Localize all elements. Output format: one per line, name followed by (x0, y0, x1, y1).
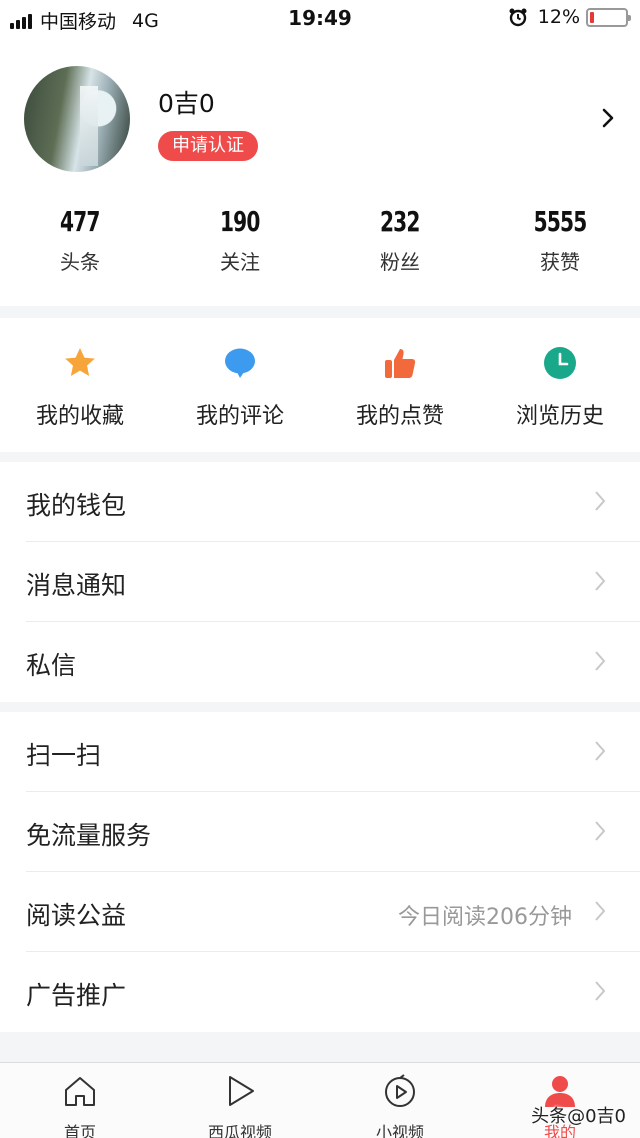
action-label: 我的点赞 (355, 404, 444, 429)
thumbs-up-icon (385, 349, 416, 378)
watermark: 头条@0吉0 (531, 1106, 626, 1127)
avatar[interactable] (24, 66, 130, 172)
quick-actions: 我的收藏 我的评论 我的点赞 浏览历史 (0, 318, 640, 454)
stats-row: 477 头条 190 关注 232 粉丝 5555 获赞 (0, 205, 640, 277)
tab-label: 小视频 (375, 1123, 424, 1138)
tab-label: 西瓜视频 (207, 1123, 272, 1138)
menu-group-account: 我的钱包 消息通知 私信 (0, 462, 640, 702)
menu-item-label: 阅读公益 (26, 901, 127, 930)
stat-value: 232 (380, 205, 420, 238)
menu-item-messages[interactable]: 私信 (0, 622, 640, 702)
stat-following[interactable]: 190 关注 (160, 205, 320, 277)
home-icon (65, 1077, 95, 1106)
stat-value: 190 (220, 205, 260, 238)
short-video-icon (385, 1074, 415, 1107)
action-comments[interactable]: 我的评论 (160, 318, 320, 454)
menu-item-label: 私信 (26, 651, 77, 680)
menu-item-wallet[interactable]: 我的钱包 (0, 462, 640, 542)
chevron-right-icon (595, 571, 606, 591)
chevron-right-icon (595, 821, 606, 841)
chevron-right-icon (595, 981, 606, 1001)
stat-label: 关注 (220, 250, 260, 274)
action-label: 我的评论 (195, 404, 284, 429)
stat-label: 获赞 (540, 250, 580, 274)
menu-item-ads[interactable]: 广告推广 (0, 952, 640, 1032)
comment-icon (225, 348, 255, 378)
action-label: 浏览历史 (515, 404, 604, 429)
action-favorites[interactable]: 我的收藏 (0, 318, 160, 454)
chevron-right-icon[interactable] (598, 106, 618, 130)
play-icon (229, 1076, 254, 1106)
section-divider (0, 452, 640, 462)
menu-item-reading-charity[interactable]: 阅读公益 今日阅读206分钟 (0, 872, 640, 952)
menu-item-label: 消息通知 (26, 571, 127, 600)
stat-articles[interactable]: 477 头条 (0, 205, 160, 277)
star-icon (65, 348, 95, 376)
menu-group-services: 扫一扫 免流量服务 阅读公益 今日阅读206分钟 广告推广 (0, 712, 640, 1032)
battery-percent: 12% (537, 6, 580, 28)
stat-value: 477 (60, 205, 100, 238)
reading-time: 今日阅读206分钟 (398, 905, 572, 930)
section-divider (0, 1032, 640, 1062)
tab-short-video[interactable]: 小视频 (320, 1063, 480, 1138)
menu-item-label: 广告推广 (26, 981, 127, 1010)
action-history[interactable]: 浏览历史 (480, 318, 640, 454)
tab-home[interactable]: 首页 (0, 1063, 160, 1138)
chevron-right-icon (595, 901, 606, 921)
stat-likes[interactable]: 5555 获赞 (480, 205, 640, 277)
action-label: 我的收藏 (35, 404, 124, 429)
menu-item-notifications[interactable]: 消息通知 (0, 542, 640, 622)
stat-value: 5555 (533, 205, 588, 238)
menu-item-free-data[interactable]: 免流量服务 (0, 792, 640, 872)
status-bar-right: 12% (508, 6, 631, 28)
alarm-icon (509, 8, 527, 27)
profile-header[interactable]: 0吉0 申请认证 (24, 66, 624, 176)
section-divider (0, 306, 640, 318)
battery-fill (590, 11, 595, 23)
username: 0吉0 (158, 89, 215, 118)
stat-label: 头条 (60, 250, 100, 274)
chevron-right-icon (595, 741, 606, 761)
menu-item-label: 我的钱包 (26, 491, 127, 520)
menu-item-label: 免流量服务 (26, 821, 152, 850)
section-divider (0, 702, 640, 712)
verify-button[interactable]: 申请认证 (158, 131, 258, 161)
menu-item-scan[interactable]: 扫一扫 (0, 712, 640, 792)
chevron-right-icon (595, 491, 606, 511)
chevron-right-icon (595, 651, 606, 671)
action-likes[interactable]: 我的点赞 (320, 318, 480, 454)
clock-icon (544, 347, 576, 379)
menu-item-label: 扫一扫 (26, 741, 102, 770)
tab-xigua-video[interactable]: 西瓜视频 (160, 1063, 320, 1138)
stat-label: 粉丝 (380, 250, 420, 274)
battery-icon (586, 7, 631, 27)
stat-followers[interactable]: 232 粉丝 (320, 205, 480, 277)
status-bar: 中国移动 4G 19:49 12% (0, 0, 640, 36)
tab-label: 首页 (63, 1123, 96, 1138)
